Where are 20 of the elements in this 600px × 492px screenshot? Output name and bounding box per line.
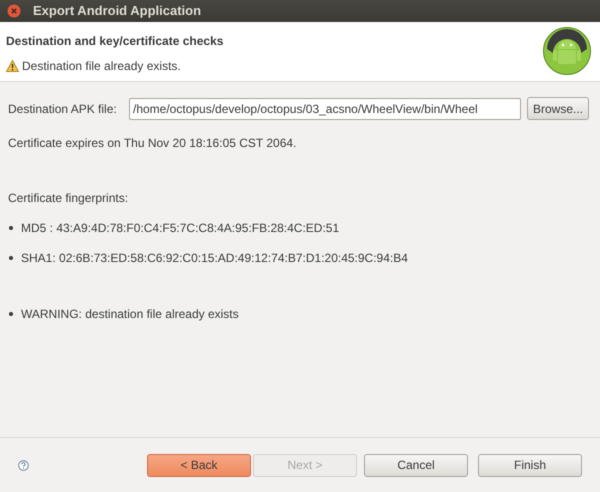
bullet-icon	[9, 226, 13, 230]
wizard-button[interactable]: < Back	[147, 454, 251, 476]
wizard-button[interactable]: Cancel	[364, 454, 468, 476]
warning-icon	[6, 60, 19, 72]
bullet-icon	[9, 312, 13, 316]
fingerprint-text: MD5 : 43:A9:4D:78:F0:C4:F5:7C:C8:4A:95:FB:28:4C:ED:51	[21, 220, 340, 237]
wizard-button[interactable]: Finish	[478, 454, 582, 476]
expiry-text: Certificate expires on Thu Nov 20 18:16:05 CST 2064.	[8, 135, 298, 152]
android-logo-icon	[543, 27, 591, 75]
path-input-field[interactable]: /home/octopus/develop/octopus/03_acsno/WheelView/bin/Wheel	[129, 98, 521, 120]
field-label: Destination APK file:	[8, 100, 118, 118]
browse-button[interactable]: Browse...	[527, 97, 589, 120]
bullet-icon	[9, 256, 13, 260]
fingerprints-heading: Certificate fingerprints:	[8, 190, 130, 207]
page-title: Destination and key/certificate checks	[6, 33, 224, 50]
fingerprint-text: SHA1: 02:6B:73:ED:58:C6:92:C0:15:AD:49:12:74:B7:D1:20:45:9C:94:B4	[21, 250, 408, 267]
message-text: Destination file already exists.	[22, 58, 181, 75]
close-icon[interactable]	[7, 4, 21, 18]
warning-text: WARNING: destination file already exists	[21, 306, 239, 323]
window-title: Export Android Application	[33, 2, 202, 20]
